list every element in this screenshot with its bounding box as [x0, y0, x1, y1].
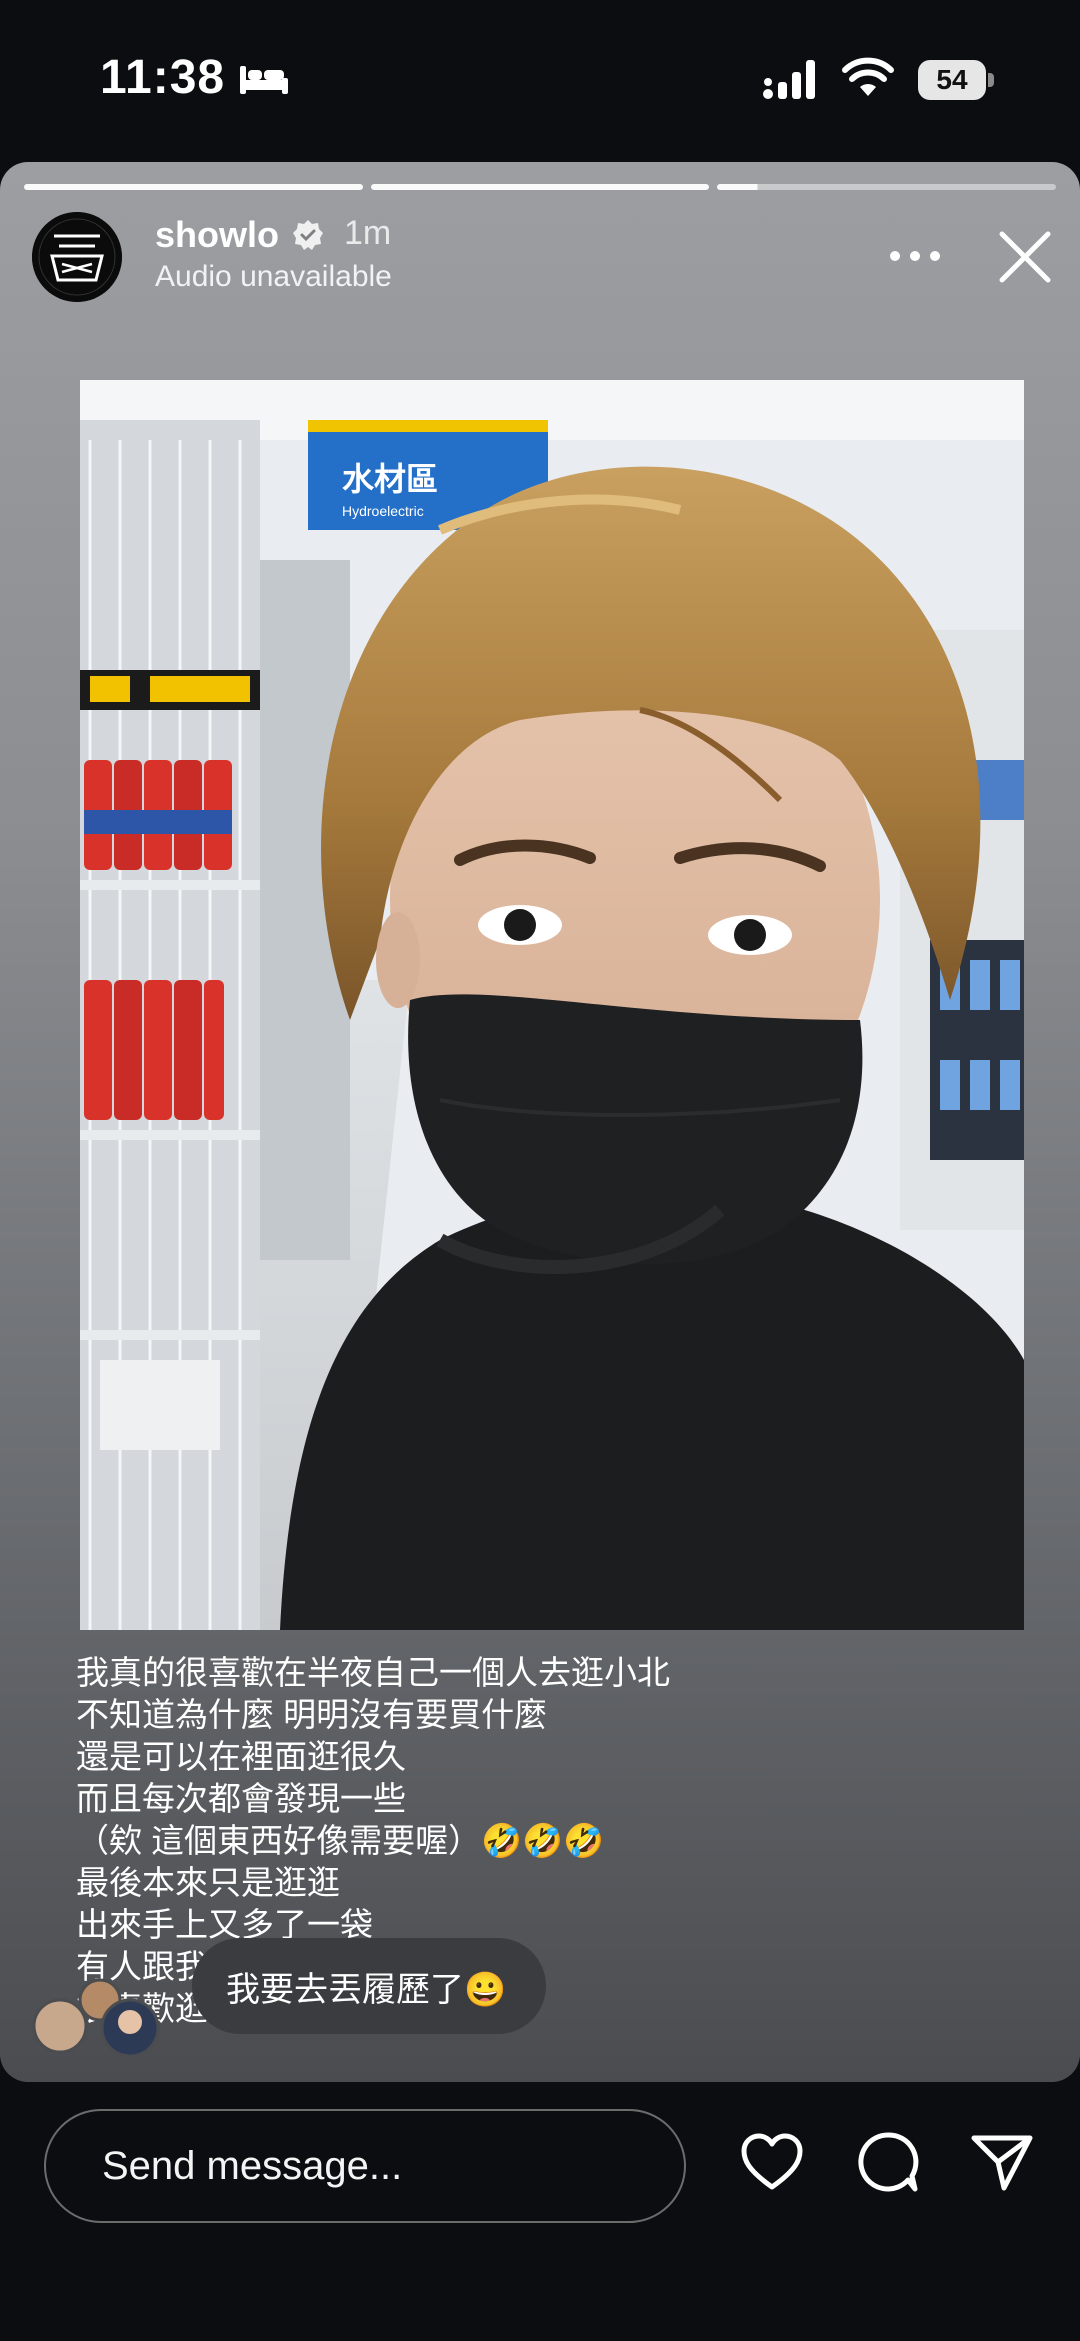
story-viewer[interactable]: showlo 1m Audio unavailable 水材區 Hydroele… [0, 162, 1080, 2082]
reply-avatars[interactable] [30, 1978, 170, 2058]
story-progress-segment [370, 184, 710, 190]
more-options-icon[interactable] [888, 247, 942, 265]
caption-line: 還是可以在裡面逛很久 [76, 1738, 406, 1775]
bed-icon [240, 66, 288, 94]
story-progress-bar [24, 184, 1057, 190]
wifi-icon [842, 57, 894, 96]
caption-line: 不知道為什麼 明明沒有要買什麼 [76, 1696, 548, 1733]
caption-line: 而且每次都會發現一些 [76, 1780, 406, 1817]
verified-icon [293, 220, 323, 250]
status-bar: 11:38 54 [0, 0, 1080, 160]
store-sign-title: 水材區 [342, 460, 438, 498]
story-time-ago: 1m [344, 214, 392, 252]
caption-line: 出來手上又多了一袋 [76, 1906, 373, 1943]
store-sign-subtitle: Hydroelectric [342, 503, 424, 519]
profile-avatar[interactable] [32, 212, 122, 302]
battery-level: 54 [918, 60, 986, 100]
audio-status-label: Audio unavailable [155, 260, 392, 293]
comment-icon[interactable] [856, 2130, 920, 2194]
reply-text: 我要去丟履歷了😀 [226, 1970, 507, 2009]
story-progress-segment [24, 184, 363, 190]
close-icon[interactable] [996, 228, 1054, 286]
story-username[interactable]: showlo [155, 214, 279, 256]
story-progress-segment-current [717, 184, 1057, 190]
status-time: 11:38 [100, 51, 226, 104]
reply-bubble[interactable]: 我要去丟履歷了😀 [192, 1938, 547, 2034]
message-bar [0, 2082, 1080, 2341]
battery-cap [988, 73, 994, 87]
caption-line: 我真的很喜歡在半夜自己一個人去逛小北 [76, 1654, 670, 1691]
caption-line: 最後本來只是逛逛 [76, 1864, 340, 1901]
share-icon[interactable] [970, 2132, 1034, 2192]
battery-indicator: 54 [918, 60, 996, 100]
story-photo: 水材區 Hydroelectric [80, 380, 1024, 1630]
send-message-input[interactable] [44, 2109, 686, 2223]
caption-line: （欸 這個東西好像需要喔）🤣🤣🤣 [76, 1822, 605, 1859]
signal-icon [763, 60, 815, 99]
heart-icon[interactable] [740, 2132, 804, 2192]
